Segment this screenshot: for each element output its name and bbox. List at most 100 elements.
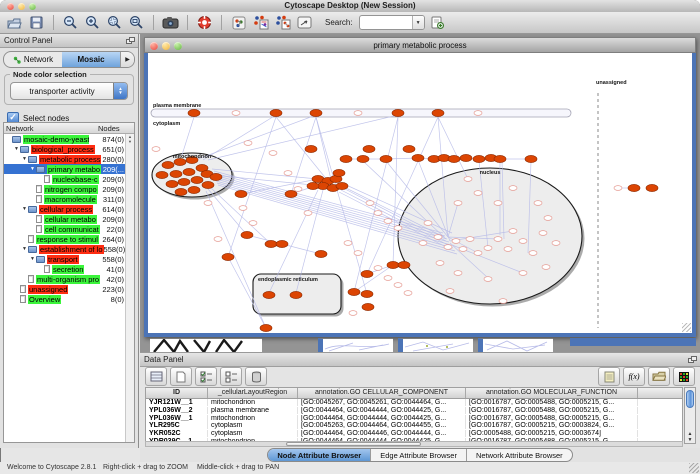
minimize-icon[interactable]	[162, 42, 170, 50]
network-node-small[interactable]	[454, 271, 462, 276]
network-node-small[interactable]	[304, 211, 312, 216]
search-input[interactable]	[360, 16, 412, 29]
tree-col-nodes[interactable]: Nodes	[98, 124, 132, 133]
network-node-small[interactable]	[494, 201, 502, 206]
zoom-window-icon[interactable]	[174, 42, 182, 50]
network-node[interactable]	[361, 290, 373, 297]
network-node[interactable]	[290, 291, 302, 298]
attribute-grid-button[interactable]	[145, 367, 167, 386]
network-node-small[interactable]	[269, 151, 277, 156]
network-node-small[interactable]	[474, 191, 482, 196]
tree-row[interactable]: macromolecule311(0)	[4, 194, 126, 204]
network-node[interactable]	[525, 155, 537, 162]
select-attributes-button[interactable]	[195, 367, 217, 386]
save-button[interactable]	[27, 13, 46, 32]
network-node[interactable]	[235, 190, 247, 197]
network-node[interactable]	[340, 155, 352, 162]
tree-row-label[interactable]: cellular metabo	[44, 215, 97, 224]
network-node-small[interactable]	[614, 186, 622, 191]
network-node-small[interactable]	[504, 247, 512, 252]
network-edge[interactable]	[316, 117, 367, 294]
network-node[interactable]	[362, 303, 374, 310]
network-node-small[interactable]	[464, 177, 472, 182]
tree-row-label[interactable]: mosaic-demo-yeast	[23, 135, 89, 144]
table-horizontal-scrollbar[interactable]	[145, 441, 683, 447]
network-node[interactable]	[494, 155, 506, 162]
network-node-small[interactable]	[519, 271, 527, 276]
unselect-attributes-button[interactable]	[220, 367, 242, 386]
background-window-fragment[interactable]	[478, 338, 553, 352]
close-icon[interactable]	[150, 42, 158, 50]
network-node[interactable]	[178, 178, 190, 185]
attribute-table-header[interactable]: ID _cellularLayoutRegion annotation.GO C…	[146, 388, 682, 399]
network-node-small[interactable]	[244, 141, 252, 146]
network-node-small[interactable]	[466, 237, 474, 242]
network-node[interactable]	[432, 109, 444, 116]
network-node-small[interactable]	[284, 171, 292, 176]
scrollbar-thumb[interactable]	[686, 390, 694, 408]
tree-row-label[interactable]: unassigned	[28, 285, 68, 294]
network-node[interactable]	[265, 240, 277, 247]
tree-row[interactable]: ▼cellular process614(0)	[4, 204, 126, 214]
tab-node-attribute-browser[interactable]: Node Attribute Browser	[268, 449, 371, 461]
table-row[interactable]: YPL036W__1mitochondrion[GO:0044464, GO:0…	[146, 414, 682, 422]
col-cellular-component[interactable]: annotation.GO CELLULAR_COMPONENT	[298, 388, 466, 398]
tree-row[interactable]: Overview8(0)	[4, 294, 126, 304]
network-node[interactable]	[387, 261, 399, 268]
tree-row-label[interactable]: transport	[47, 255, 79, 264]
background-window-fragment[interactable]	[150, 338, 262, 352]
network-node-small[interactable]	[419, 241, 427, 246]
expander-icon[interactable]: ▼	[13, 146, 20, 152]
network-node-small[interactable]	[384, 219, 392, 224]
network-node-small[interactable]	[459, 247, 467, 252]
network-node-small[interactable]	[494, 237, 502, 242]
node-color-dropdown[interactable]: transporter activity ▲▼	[10, 82, 128, 100]
network-edge[interactable]	[198, 115, 316, 159]
network-node[interactable]	[241, 231, 253, 238]
network-node[interactable]	[263, 291, 275, 298]
table-cell[interactable]: YPL036W__2	[146, 407, 208, 414]
scrollbar-thumb[interactable]	[286, 442, 421, 446]
network-node-small[interactable]	[354, 111, 362, 116]
network-node[interactable]	[156, 171, 168, 178]
network-node-small[interactable]	[374, 211, 382, 216]
tab-edge-attribute-browser[interactable]: Edge Attribute Browser	[371, 449, 467, 461]
tab-network[interactable]: Network	[4, 52, 62, 67]
network-node[interactable]	[361, 270, 373, 277]
table-row[interactable]: YLR295Ccytoplasm[GO:0045263, GO:0044464,…	[146, 422, 682, 430]
network-node[interactable]	[646, 184, 658, 191]
dropdown-stepper-icon[interactable]: ▲▼	[113, 83, 127, 99]
network-node[interactable]	[392, 109, 404, 116]
tree-row[interactable]: nitrogen compo209(0)	[4, 184, 126, 194]
network-node[interactable]	[183, 168, 195, 175]
create-attribute-button[interactable]	[170, 367, 192, 386]
network-node[interactable]	[448, 155, 460, 162]
network-node[interactable]	[188, 109, 200, 116]
table-cell[interactable]: [GO:0044464, GO:0044444, GO:0044425, G..…	[298, 415, 466, 422]
network-node[interactable]	[276, 240, 288, 247]
network-node[interactable]	[403, 145, 415, 152]
network-node[interactable]	[170, 170, 182, 177]
network-node-small[interactable]	[519, 239, 527, 244]
tree-row[interactable]: ▼primary metabo209(...	[4, 164, 126, 174]
network-node[interactable]	[307, 182, 319, 189]
minimize-icon[interactable]	[18, 3, 25, 10]
tree-row[interactable]: cell communicat22(0)	[4, 224, 126, 234]
network-node-small[interactable]	[214, 237, 222, 242]
network-node-small[interactable]	[366, 201, 374, 206]
network-node[interactable]	[310, 109, 322, 116]
table-cell[interactable]: [GO:0016787, GO:0005488, GO:0005215, G..…	[466, 399, 638, 406]
tree-row[interactable]: secretion41(0)	[4, 264, 126, 274]
tab-overflow-button[interactable]: ▶	[120, 52, 134, 67]
background-window-fragment[interactable]	[318, 338, 393, 352]
network-node-small[interactable]	[394, 226, 402, 231]
tree-row[interactable]: cellular metabo209(0)	[4, 214, 126, 224]
network-node[interactable]	[333, 169, 345, 176]
table-cell[interactable]: mitochondrion	[208, 415, 298, 422]
expander-icon[interactable]: ▼	[21, 156, 28, 162]
tree-row[interactable]: nucleobase-c209(0)	[4, 174, 126, 184]
zoom-fit-button[interactable]	[127, 13, 146, 32]
network-node-small[interactable]	[484, 246, 492, 251]
network-node-small[interactable]	[534, 201, 542, 206]
annotation-button[interactable]	[295, 13, 314, 32]
